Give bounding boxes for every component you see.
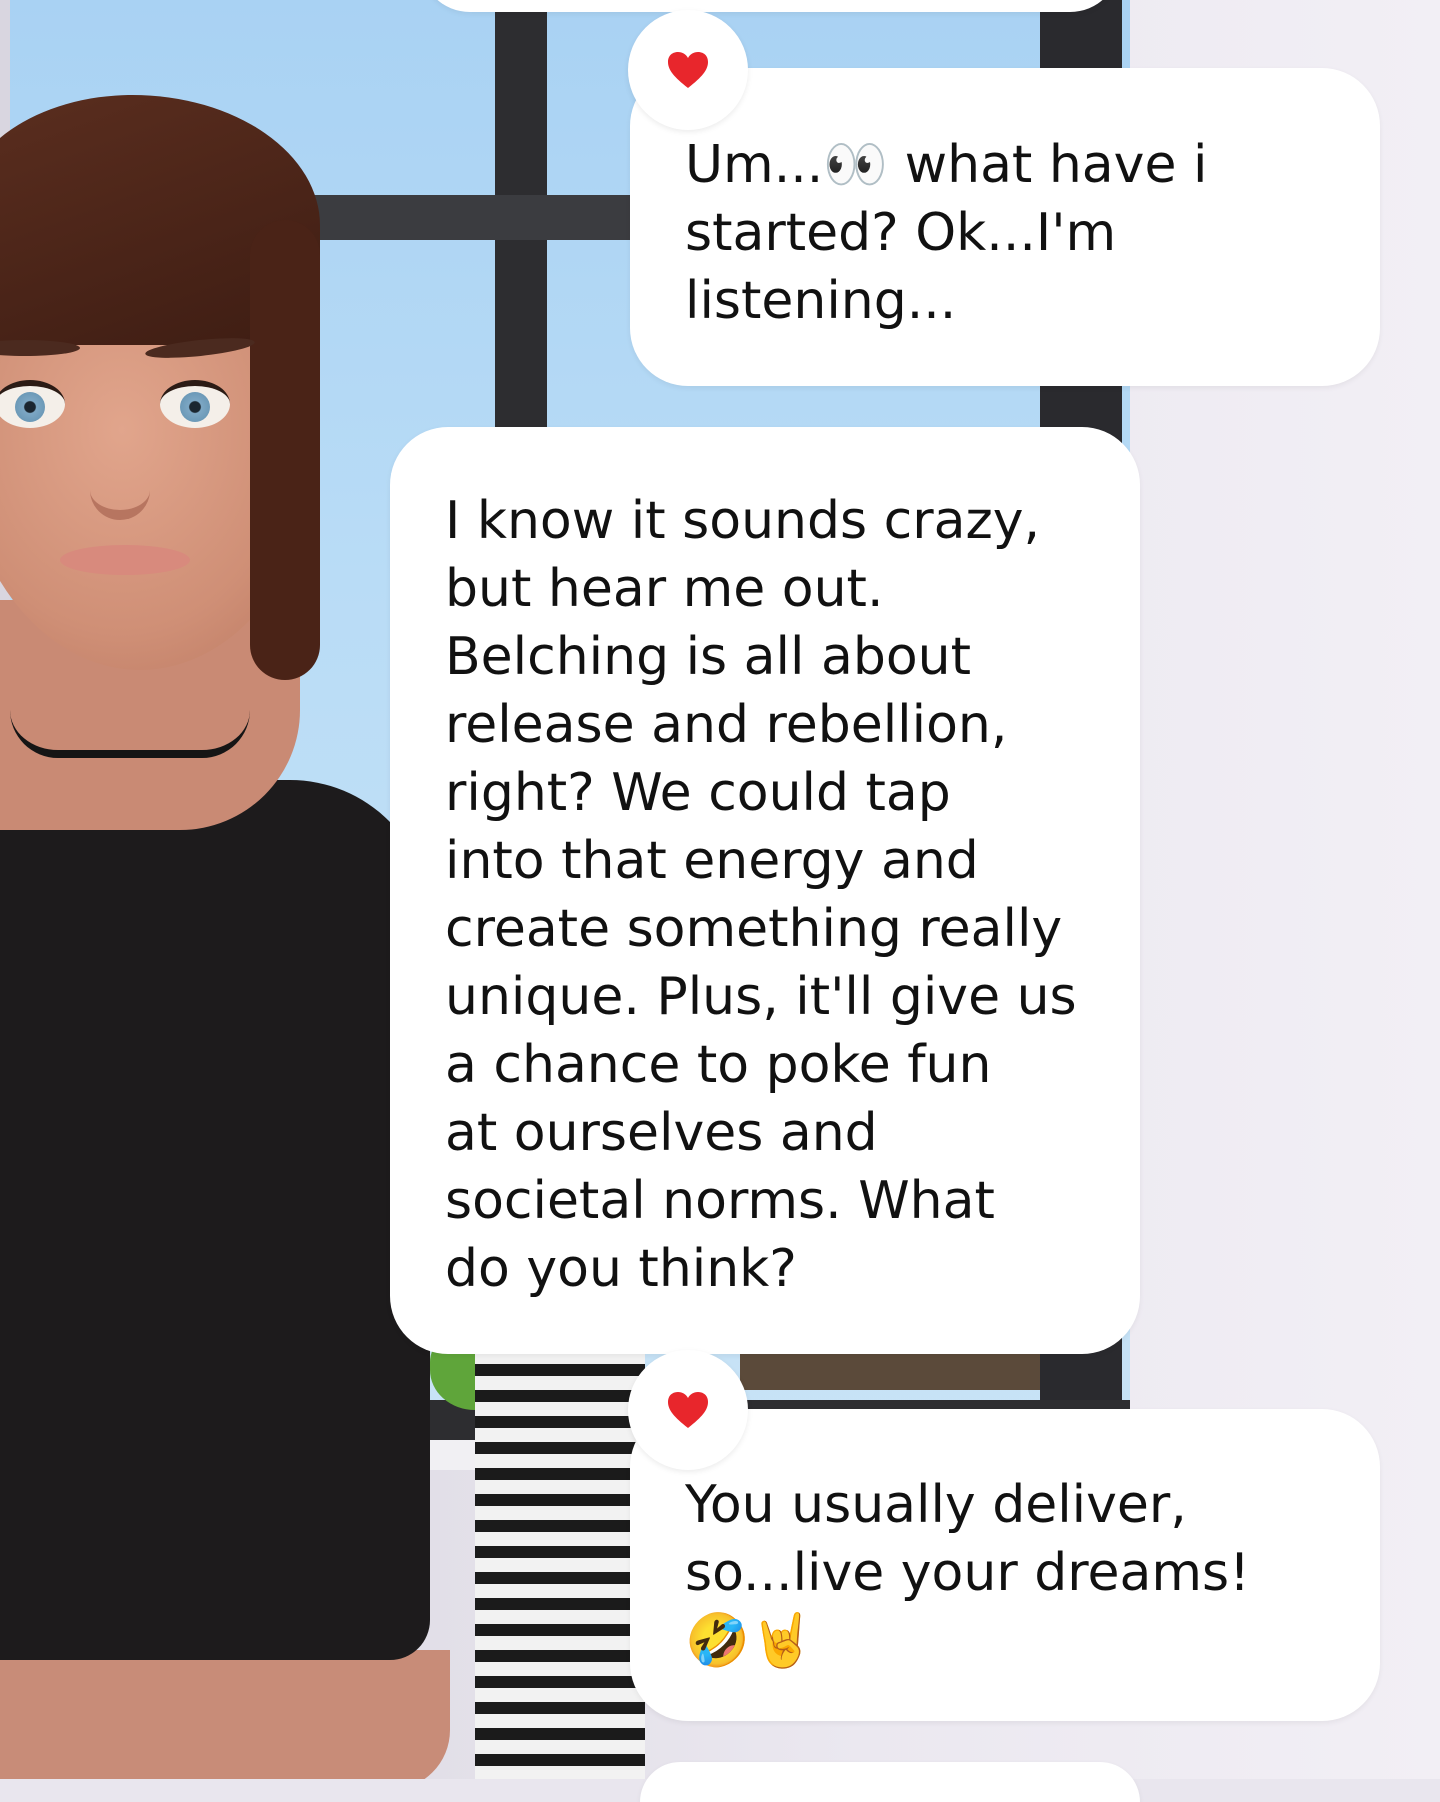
message-bubble-partial[interactable] [420, 0, 1120, 12]
lips [60, 545, 190, 575]
heart-icon [668, 52, 708, 88]
eye [160, 380, 230, 428]
message-bubble-partial[interactable] [640, 1762, 1140, 1802]
character-belly [0, 1650, 450, 1779]
character-hair [250, 220, 320, 680]
heart-icon [668, 1392, 708, 1428]
user-message-bubble[interactable]: You usually deliver, so...live your drea… [630, 1409, 1380, 1721]
choker [10, 710, 250, 758]
heart-reaction[interactable] [628, 10, 748, 130]
message-text: I know it sounds crazy, but hear me out.… [445, 491, 1077, 1299]
message-text: Um...👀 what have i started? Ok...I'm lis… [685, 135, 1208, 331]
striped-leg [475, 1350, 645, 1779]
heart-reaction[interactable] [628, 1350, 748, 1470]
message-text: You usually deliver, so...live your drea… [685, 1475, 1250, 1671]
character-message-bubble[interactable]: I know it sounds crazy, but hear me out.… [390, 427, 1140, 1354]
character-torso [0, 780, 430, 1660]
nose [90, 430, 150, 520]
user-message-bubble[interactable]: Um...👀 what have i started? Ok...I'm lis… [630, 68, 1380, 386]
